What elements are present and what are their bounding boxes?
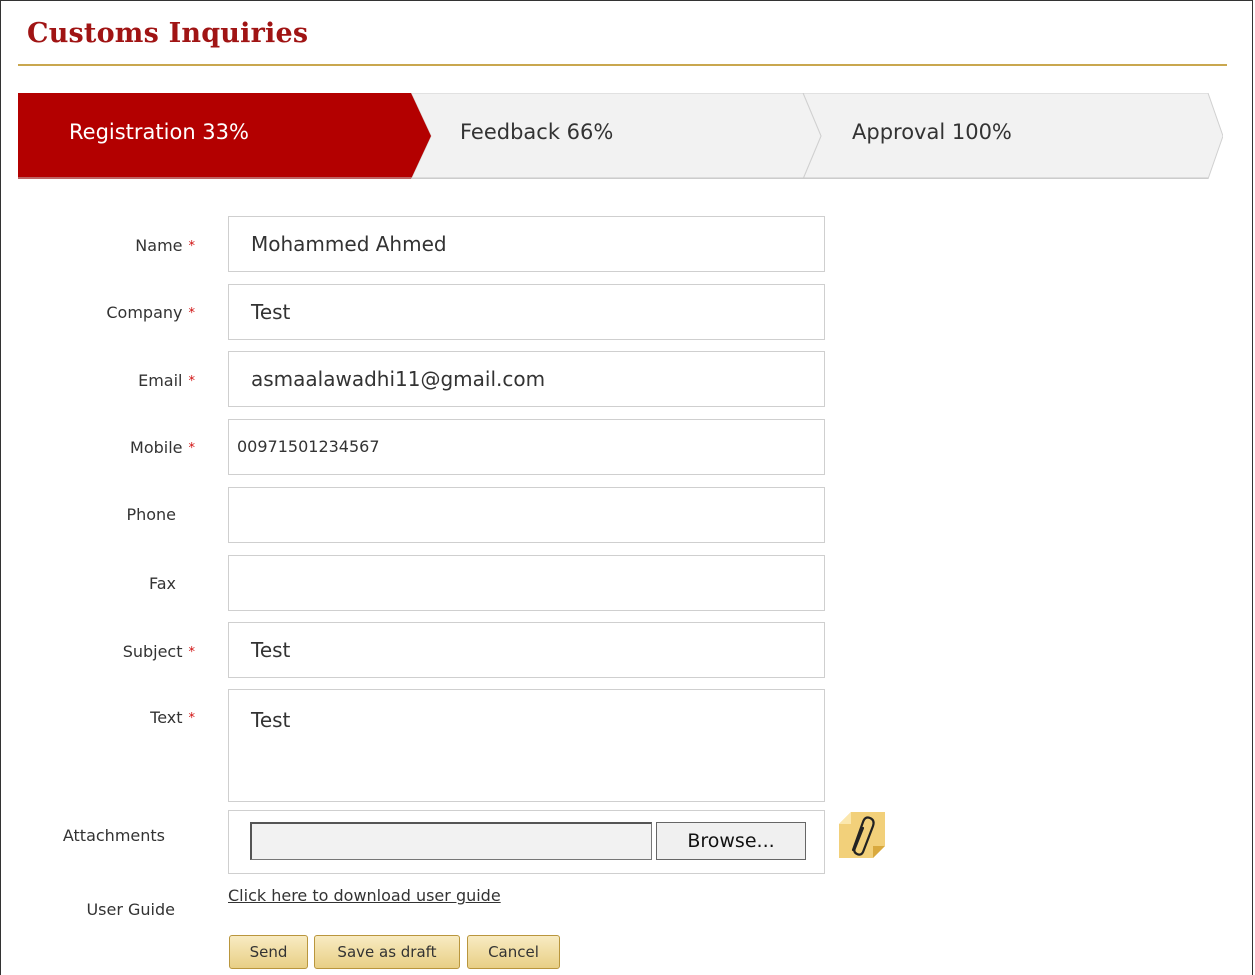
email-label: Email * — [138, 371, 196, 390]
text-label: Text * — [150, 708, 196, 727]
name-label: Name * — [135, 236, 196, 255]
company-field[interactable]: Test — [228, 284, 825, 340]
title-divider — [18, 64, 1227, 66]
paperclip-icon[interactable] — [833, 808, 889, 864]
text-field[interactable]: Test — [228, 689, 825, 802]
required-marker: * — [188, 374, 196, 389]
file-path-input[interactable] — [250, 822, 652, 860]
send-button[interactable]: Send — [229, 935, 308, 969]
fax-field[interactable] — [228, 555, 825, 611]
user-guide-label: User Guide — [86, 900, 175, 919]
subject-label: Subject * — [122, 642, 196, 661]
subject-field[interactable]: Test — [228, 622, 825, 678]
step-approval: Approval 100% — [852, 120, 1012, 144]
required-marker: * — [188, 645, 196, 660]
required-marker: * — [188, 306, 196, 321]
phone-field[interactable] — [228, 487, 825, 543]
fax-label: Fax — [148, 574, 176, 593]
cancel-button[interactable]: Cancel — [467, 935, 560, 969]
download-user-guide-link[interactable]: Click here to download user guide — [228, 886, 501, 905]
step-registration: Registration 33% — [69, 120, 249, 144]
required-marker: * — [188, 441, 196, 456]
name-field[interactable]: Mohammed Ahmed — [228, 216, 825, 272]
mobile-field[interactable]: 00971501234567 — [228, 419, 825, 475]
phone-label: Phone — [126, 505, 176, 524]
required-marker: * — [188, 239, 196, 254]
browse-button[interactable]: Browse... — [656, 822, 806, 860]
email-field[interactable]: asmaalawadhi11@gmail.com — [228, 351, 825, 407]
save-draft-button[interactable]: Save as draft — [314, 935, 460, 969]
attachments-label: Attachments — [62, 826, 165, 845]
company-label: Company * — [106, 303, 196, 322]
step-feedback: Feedback 66% — [460, 120, 614, 144]
required-marker: * — [188, 711, 196, 726]
page-title: Customs Inquiries — [27, 18, 309, 49]
mobile-label: Mobile * — [130, 438, 196, 457]
progress-steps: Registration 33% Feedback 66% Approval 1… — [18, 93, 1223, 179]
